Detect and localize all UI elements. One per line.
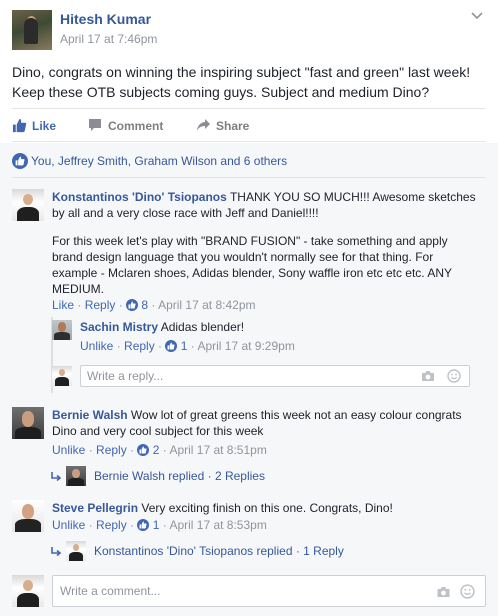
comment-body: Bernie Walsh Wow lot of great greens thi… — [52, 407, 472, 439]
comment-icon — [89, 119, 101, 131]
camera-icon[interactable] — [421, 370, 435, 382]
unlike-link[interactable]: Unlike — [80, 339, 113, 353]
unlike-link[interactable]: Unlike — [52, 443, 85, 457]
thumbs-up-icon — [12, 118, 27, 133]
reply-link[interactable]: Reply — [96, 518, 127, 532]
likes-summary[interactable]: You, Jeffrey Smith, Graham Wilson and 6 … — [12, 153, 486, 169]
thumbs-up-icon — [12, 153, 28, 169]
like-button[interactable]: Like — [12, 118, 62, 134]
like-link[interactable]: Like — [52, 298, 74, 312]
likes-summary-text: You, Jeffrey Smith, Graham Wilson and 6 … — [31, 154, 287, 168]
reply-arrow-icon — [51, 472, 62, 482]
comment-text-paragraph: For this week let's play with "BRAND FUS… — [52, 234, 452, 296]
reply-text: Adidas blender! — [160, 320, 245, 334]
reply-link[interactable]: Reply — [124, 339, 155, 353]
thumbs-up-icon — [137, 519, 150, 531]
reply-time[interactable]: April 17 at 9:29pm — [197, 339, 294, 353]
avatar — [52, 366, 72, 386]
comment-item: Bernie Walsh Wow lot of great greens thi… — [12, 407, 486, 487]
avatar[interactable] — [52, 320, 72, 340]
camera-icon[interactable] — [436, 586, 451, 598]
share-button[interactable]: Share — [196, 118, 266, 134]
author-avatar[interactable] — [12, 10, 52, 50]
facebook-post: Hitesh Kumar April 17 at 7:46pm Dino, co… — [0, 0, 498, 616]
reply-link[interactable]: Reply — [96, 443, 127, 457]
reply-composer: Write a reply... — [52, 365, 482, 389]
comment-body: Steve Pellegrin Very exciting finish on … — [52, 500, 472, 516]
comment-author[interactable]: Konstantinos 'Dino' Tsiopanos — [52, 190, 227, 204]
likes-names-link[interactable]: , Jeffrey Smith, Graham Wilson and 6 oth… — [51, 154, 287, 168]
reply-item: Sachin Mistry Adidas blender! Unlike · R… — [52, 319, 482, 355]
avatar[interactable] — [12, 500, 44, 532]
avatar — [12, 575, 44, 607]
comment-author[interactable]: Steve Pellegrin — [52, 501, 138, 515]
thumbs-up-icon — [165, 340, 178, 352]
reply-meta: Unlike · Reply · 1 · April 17 at 9:29pm — [80, 339, 295, 353]
avatar[interactable] — [12, 189, 44, 221]
post-timestamp[interactable]: April 17 at 7:46pm — [60, 32, 157, 46]
thumbs-up-icon — [126, 299, 139, 311]
comment-label: Comment — [108, 119, 164, 133]
comment-input[interactable]: Write a comment... — [52, 575, 486, 607]
chevron-down-icon[interactable] — [470, 12, 484, 22]
emoji-icon[interactable] — [447, 369, 461, 383]
share-label: Share — [216, 119, 250, 133]
comment-placeholder: Write a comment... — [60, 584, 161, 598]
comments-section: You, Jeffrey Smith, Graham Wilson and 6 … — [0, 143, 498, 616]
reply-arrow-icon — [51, 547, 62, 557]
post-text: Dino, congrats on winning the inspiring … — [12, 64, 471, 100]
comment-meta: Unlike · Reply · 1 · April 17 at 8:53pm — [52, 518, 267, 532]
share-icon — [197, 119, 210, 131]
post-action-bar: Like Comment Share — [12, 108, 486, 142]
post-author-name[interactable]: Hitesh Kumar — [60, 11, 151, 27]
avatar — [66, 466, 86, 486]
comment-button[interactable]: Comment — [88, 118, 178, 134]
emoji-icon[interactable] — [460, 584, 475, 599]
comment-meta: Like · Reply · 8 · April 17 at 8:42pm — [52, 298, 256, 312]
divider — [12, 177, 486, 178]
comment-time[interactable]: April 17 at 8:51pm — [169, 443, 266, 457]
reply-author[interactable]: Sachin Mistry — [80, 320, 158, 334]
replies-summary: Konstantinos 'Dino' Tsiopanos replied · … — [94, 544, 344, 558]
replies-summary: Bernie Walsh replied · 2 Replies — [94, 469, 265, 483]
reply-input[interactable]: Write a reply... — [80, 365, 470, 387]
unlike-link[interactable]: Unlike — [52, 518, 85, 532]
reply-link[interactable]: Reply — [85, 298, 116, 312]
comment-time[interactable]: April 17 at 8:53pm — [169, 518, 266, 532]
avatar[interactable] — [12, 407, 44, 439]
comment-author[interactable]: Bernie Walsh — [52, 408, 128, 422]
comment-composer: Write a comment... — [12, 575, 486, 607]
comment-text: Very exciting finish on this one. Congra… — [141, 501, 393, 515]
comment-body: Konstantinos 'Dino' Tsiopanos THANK YOU … — [52, 189, 480, 221]
reply-body: Sachin Mistry Adidas blender! — [80, 319, 480, 335]
thumbs-up-icon — [137, 444, 150, 456]
comment-meta: Unlike · Reply · 2 · April 17 at 8:51pm — [52, 443, 267, 457]
avatar — [66, 541, 86, 561]
reply-placeholder: Write a reply... — [87, 369, 164, 383]
post-header: Hitesh Kumar April 17 at 7:46pm — [12, 10, 486, 50]
comment-item: Steve Pellegrin Very exciting finish on … — [12, 500, 486, 564]
likes-you-link[interactable]: You — [31, 154, 51, 168]
like-label: Like — [32, 119, 57, 133]
comment-time[interactable]: April 17 at 8:42pm — [158, 298, 255, 312]
